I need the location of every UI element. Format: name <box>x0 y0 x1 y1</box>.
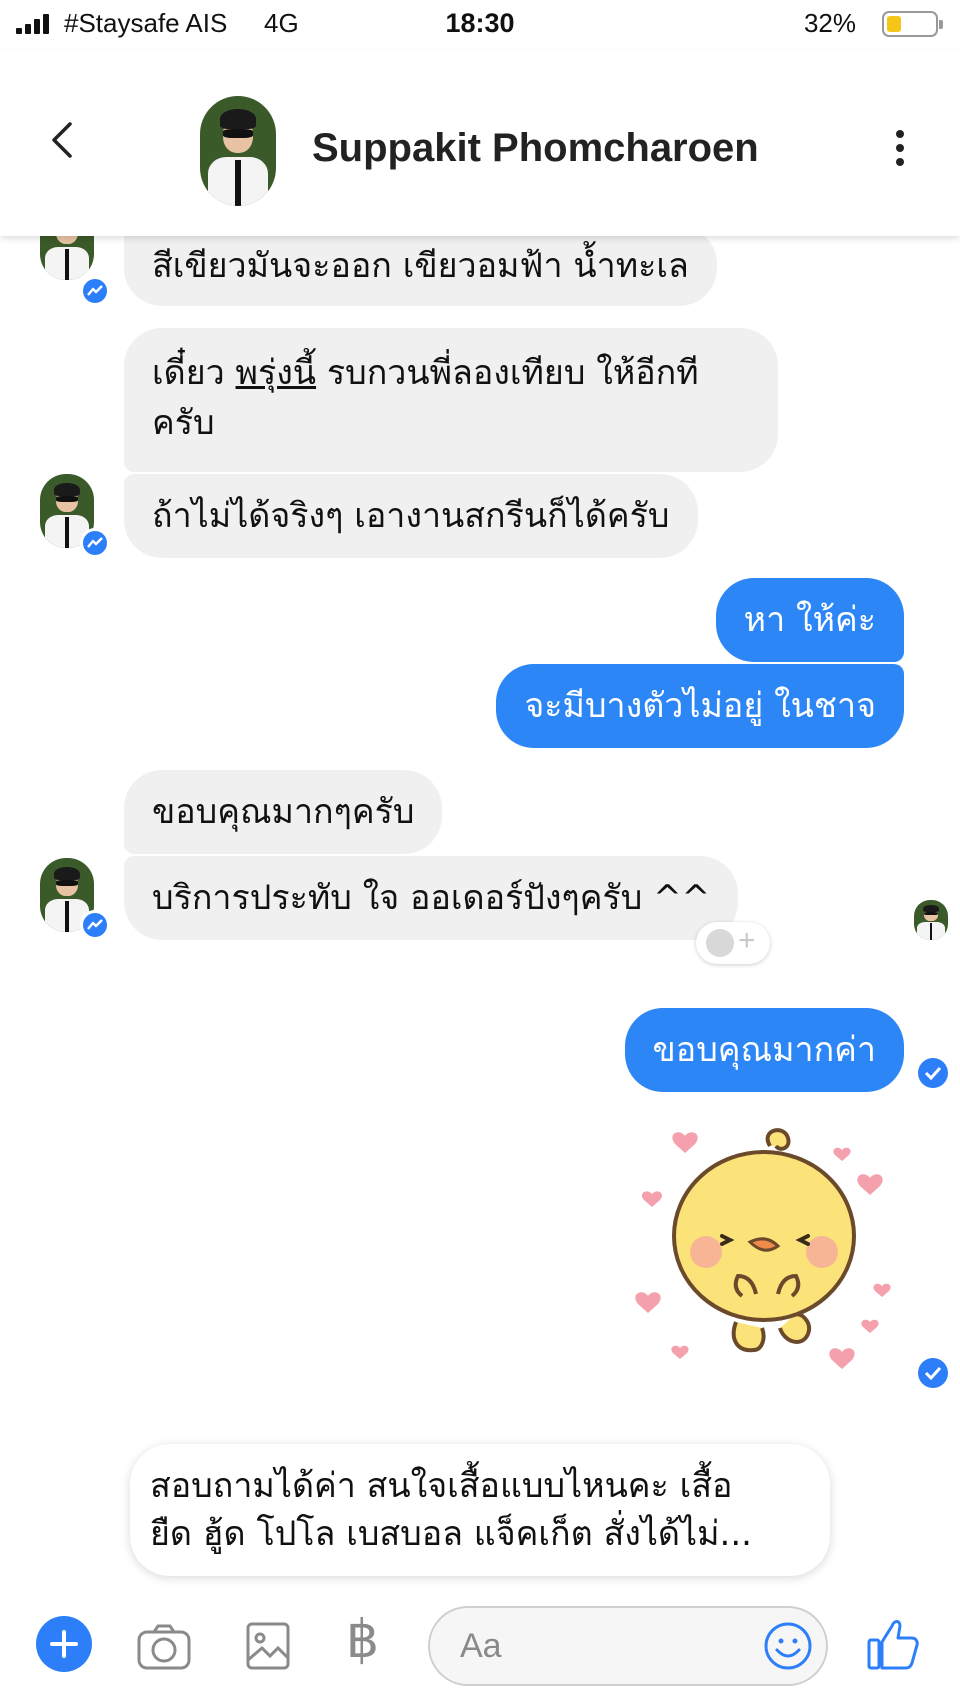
chevron-left-icon <box>52 122 72 158</box>
message-bubble-incoming[interactable]: ขอบคุณมากๆครับ <box>124 770 443 854</box>
more-actions-button[interactable] <box>36 1616 92 1672</box>
add-reaction-button[interactable]: + <box>696 922 770 964</box>
camera-icon[interactable] <box>136 1618 192 1674</box>
message-line: ครับ <box>152 403 215 443</box>
back-button[interactable] <box>40 110 88 170</box>
message-bubble-incoming[interactable]: สีเขียวมันจะออก เขียวอมฟ้า น้ำทะเล <box>124 226 717 306</box>
quick-reply-line: ยืด ฮู้ด โปโล เบสบอล แจ็คเก็ต สั่งได้ไม่… <box>150 1514 752 1554</box>
message-line: เดี๋ยว พรุ่งนี้ รบกวนพี่ลองเทียบ ให้อีกท… <box>152 353 699 393</box>
delivered-check-icon <box>918 1058 948 1088</box>
battery-icon <box>882 11 943 37</box>
message-bubble-incoming[interactable]: บริการประทับ ใจ ออเดอร์ปังๆครับ ^^ <box>124 856 739 940</box>
messenger-icon <box>80 528 110 558</box>
message-bubble-incoming[interactable]: ถ้าไม่ได้จริงๆ เอางานสกรีนก็ได้ครับ <box>124 474 698 558</box>
quick-reply-card[interactable]: สอบถามได้ค่า สนใจเสื้อแบบไหนคะ เสื้อ ยืด… <box>130 1444 830 1576</box>
message-input-box[interactable] <box>428 1606 828 1686</box>
gallery-icon[interactable] <box>240 1618 296 1674</box>
battery-percent: 32% <box>803 8 856 38</box>
emoji-icon[interactable] <box>762 1620 814 1672</box>
delivered-check-icon <box>918 1358 948 1388</box>
chat-header: Suppakit Phomcharoen <box>0 50 960 236</box>
message-bubble-outgoing[interactable]: หา ให้ค่ะ <box>715 578 904 662</box>
date-link[interactable]: พรุ่งนี้ <box>236 353 317 393</box>
messenger-icon <box>80 276 110 306</box>
smiley-icon <box>706 929 734 957</box>
message-bubble-outgoing[interactable]: ขอบคุณมากค่า <box>624 1008 904 1092</box>
contact-avatar[interactable] <box>200 96 276 206</box>
plus-icon: + <box>738 924 756 957</box>
thumbs-up-icon[interactable] <box>866 1614 922 1674</box>
vertical-dots-icon <box>888 130 912 166</box>
message-bubble-incoming[interactable]: เดี๋ยว พรุ่งนี้ รบกวนพี่ลองเทียบ ให้อีกท… <box>124 328 778 472</box>
message-input[interactable] <box>460 1622 760 1670</box>
more-options-button[interactable] <box>888 130 912 170</box>
message-bubble-outgoing[interactable]: จะมีบางตัวไม่อยู่ ในชาจ <box>496 664 904 748</box>
seen-avatar <box>914 900 948 940</box>
quick-reply-line: สอบถามได้ค่า สนใจเสื้อแบบไหนคะ เสื้อ <box>150 1466 733 1506</box>
message-composer: ฿ <box>0 1596 960 1706</box>
status-bar: #Staysafe AIS 4G 18:30 32% <box>0 0 960 50</box>
messenger-icon <box>80 910 110 940</box>
contact-name[interactable]: Suppakit Phomcharoen <box>312 126 759 171</box>
payment-baht-icon[interactable]: ฿ <box>346 1610 379 1670</box>
yellow-chick-sticker[interactable] <box>630 1126 900 1376</box>
